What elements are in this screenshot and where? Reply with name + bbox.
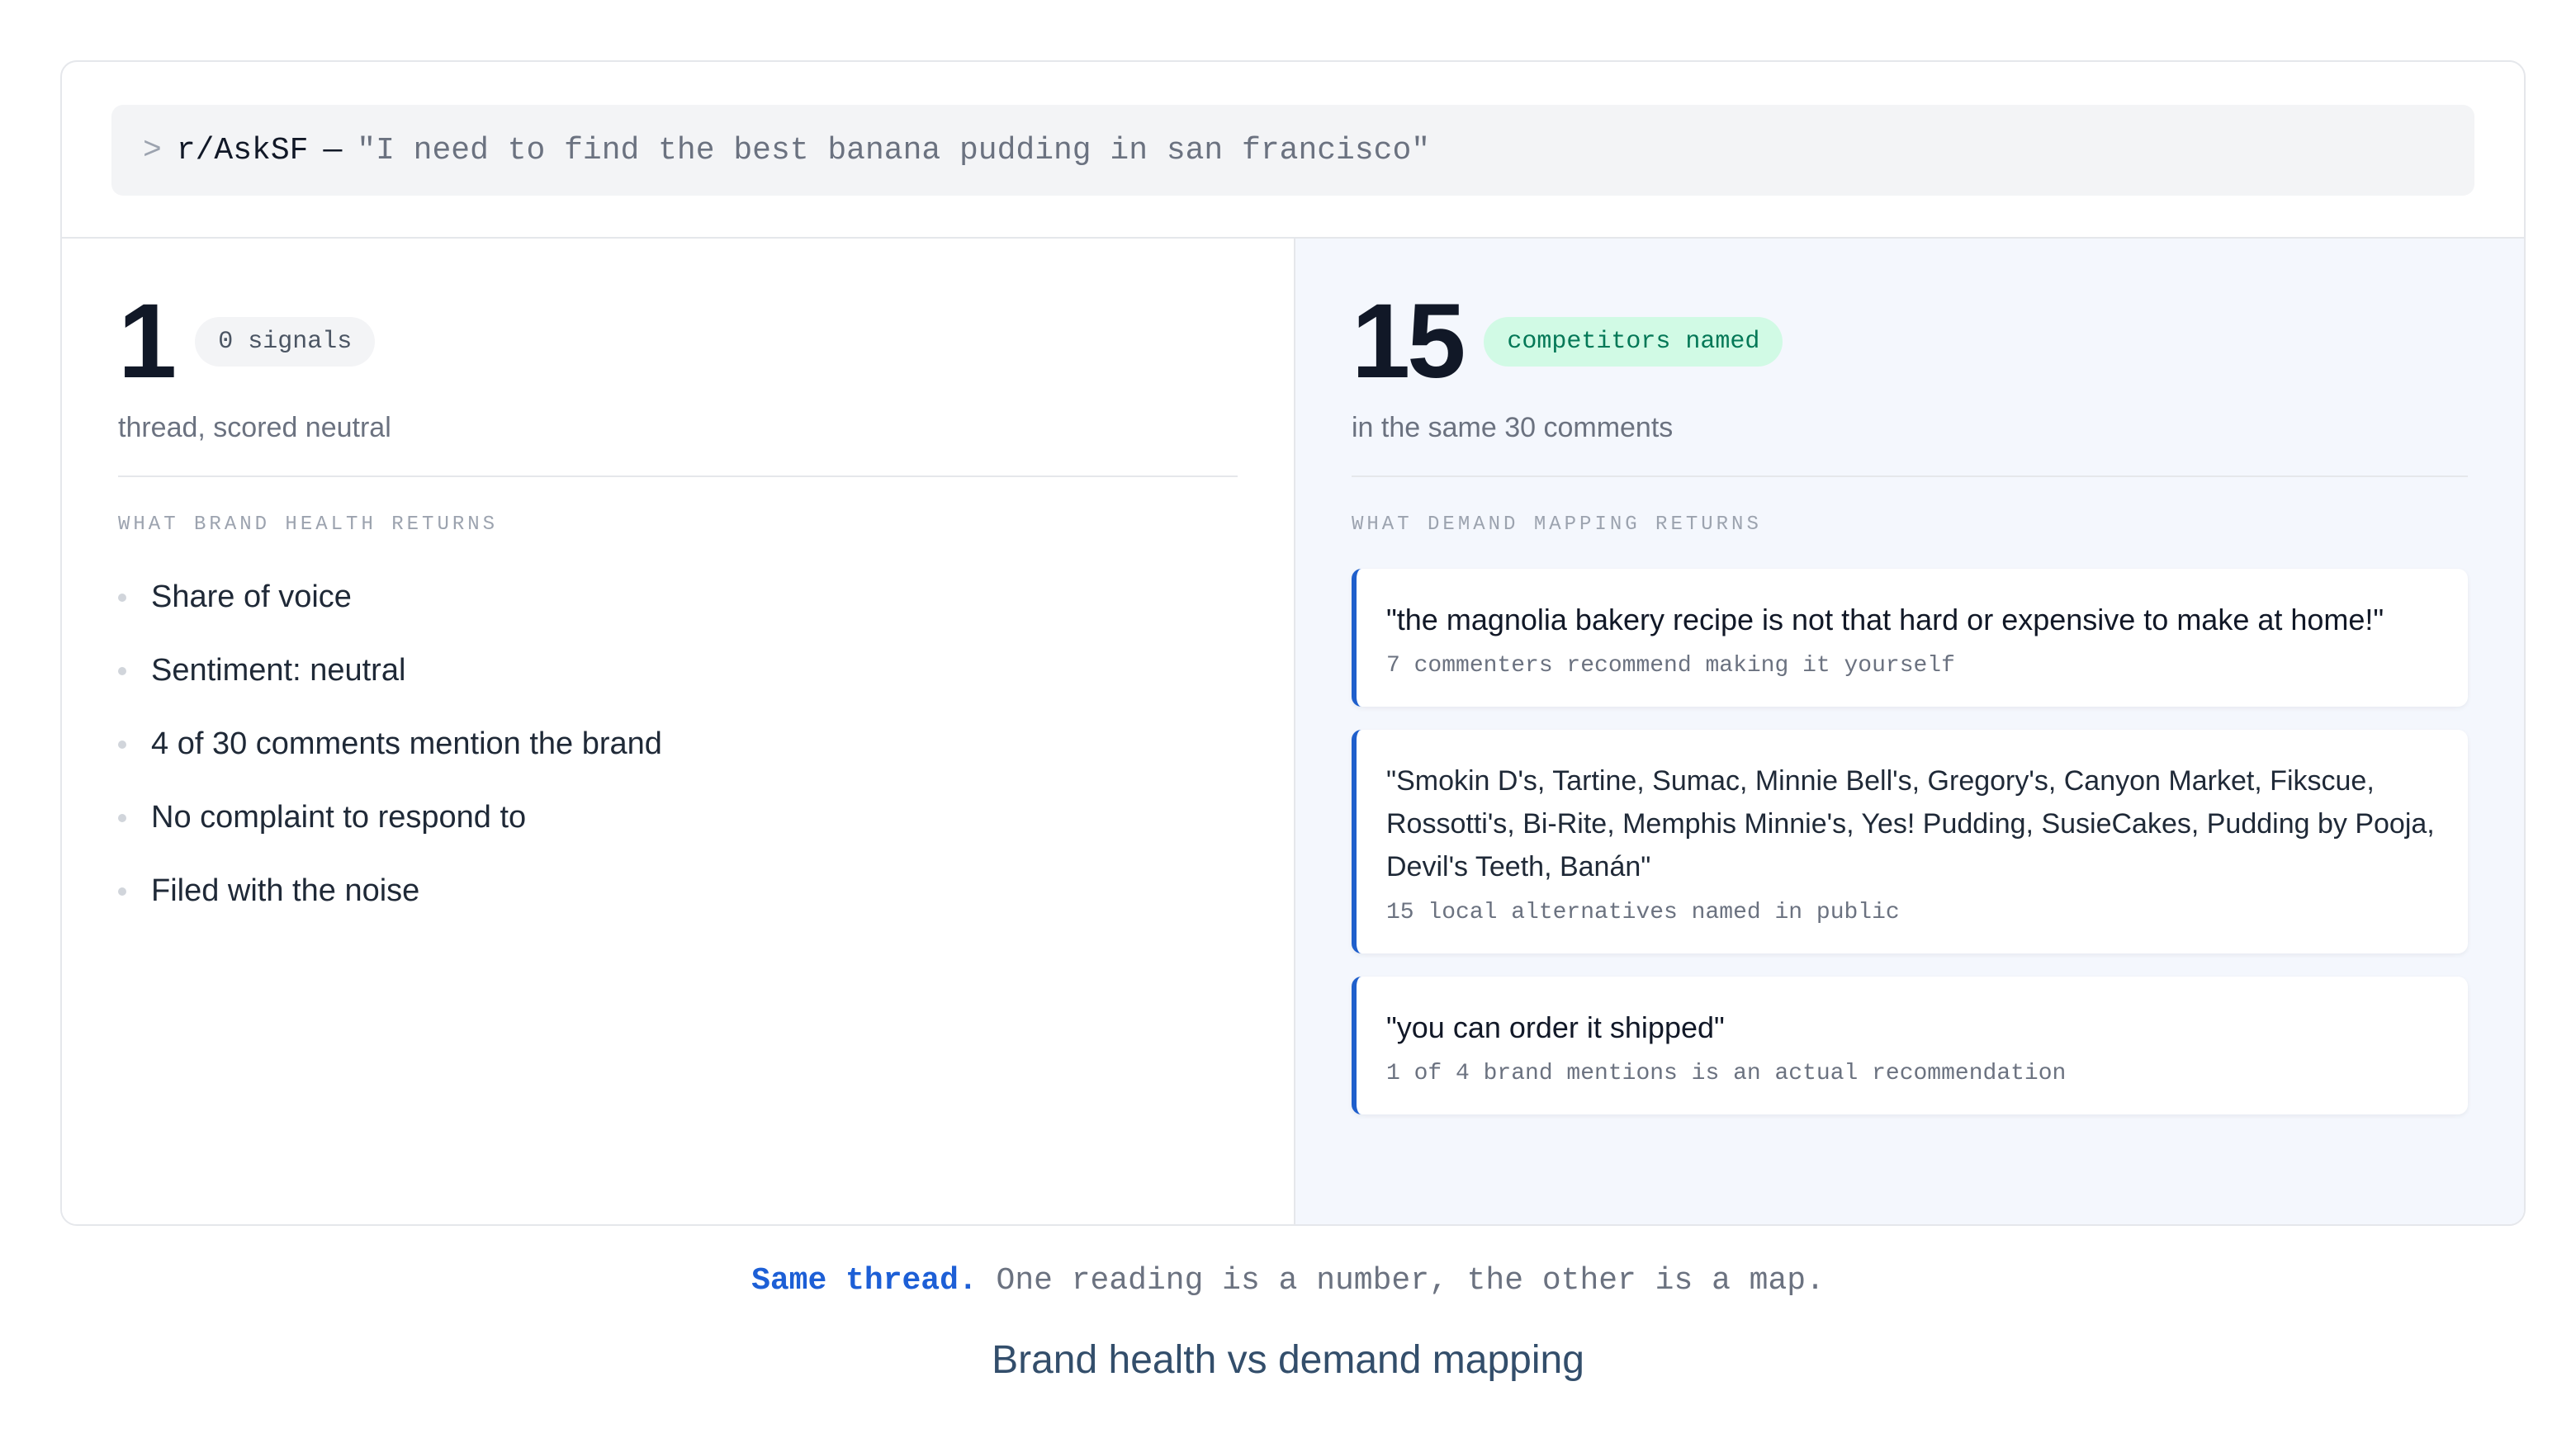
demand-mapping-subtitle: in the same 30 comments bbox=[1352, 412, 1674, 443]
caption-accent: Same thread. bbox=[751, 1263, 978, 1299]
quote-card: "Smokin D's, Tartine, Sumac, Minnie Bell… bbox=[1352, 730, 2468, 953]
list-item: No complaint to respond to bbox=[118, 781, 1238, 854]
bullet-icon bbox=[118, 666, 126, 675]
signals-badge: 0 signals bbox=[195, 317, 376, 367]
divider bbox=[1352, 475, 2468, 477]
comparison-card: > r/AskSF — "I need to find the best ban… bbox=[60, 60, 2526, 1226]
bullet-icon bbox=[118, 813, 126, 822]
thread-count: 1 bbox=[118, 282, 177, 400]
bullet-icon bbox=[118, 740, 126, 749]
caption-rest: One reading is a number, the other is a … bbox=[977, 1263, 1825, 1299]
quote-text: "the magnolia bakery recipe is not that … bbox=[1386, 603, 2384, 636]
demand-mapping-panel: 15 competitors named in the same 30 comm… bbox=[1295, 239, 2524, 1224]
list-item: Share of voice bbox=[118, 561, 1238, 634]
competitors-badge: competitors named bbox=[1484, 317, 1783, 367]
quote-card: "the magnolia bakery recipe is not that … bbox=[1352, 569, 2468, 707]
bullet-icon bbox=[118, 593, 126, 602]
quote-meta: 15 local alternatives named in public bbox=[1386, 900, 1900, 925]
divider bbox=[118, 475, 1238, 477]
quote-meta: 1 of 4 brand mentions is an actual recom… bbox=[1386, 1061, 2067, 1086]
quote-card: "you can order it shipped" 1 of 4 brand … bbox=[1352, 977, 2468, 1114]
quote-text: "Smokin D's, Tartine, Sumac, Minnie Bell… bbox=[1386, 765, 2435, 882]
brand-health-panel: 1 0 signals thread, scored neutral WHAT … bbox=[62, 239, 1295, 1224]
list-item-text: Sentiment: neutral bbox=[151, 653, 406, 688]
list-item: Filed with the noise bbox=[118, 854, 1238, 928]
demand-mapping-headline: 15 competitors named bbox=[1352, 288, 2468, 395]
subreddit-name: r/AskSF bbox=[176, 132, 309, 168]
quote-card-list: "the magnolia bakery recipe is not that … bbox=[1352, 569, 2468, 1114]
list-item-text: No complaint to respond to bbox=[151, 800, 527, 835]
list-item: 4 of 30 comments mention the brand bbox=[118, 707, 1238, 781]
brand-health-subtitle: thread, scored neutral bbox=[118, 412, 391, 443]
prompt-caret: > bbox=[143, 132, 162, 168]
brand-health-list: Share of voice Sentiment: neutral 4 of 3… bbox=[118, 561, 1238, 928]
query-bar: > r/AskSF — "I need to find the best ban… bbox=[111, 105, 2474, 196]
prompt-header: > r/AskSF — "I need to find the best ban… bbox=[62, 62, 2524, 239]
thread-query: "I need to find the best banana pudding … bbox=[357, 132, 1431, 168]
list-item-text: 4 of 30 comments mention the brand bbox=[151, 726, 662, 761]
list-item-text: Share of voice bbox=[151, 580, 352, 614]
demand-mapping-section-label: WHAT DEMAND MAPPING RETURNS bbox=[1352, 513, 1762, 536]
brand-health-section-label: WHAT BRAND HEALTH RETURNS bbox=[118, 513, 499, 536]
bullet-icon bbox=[118, 887, 126, 896]
caption: Same thread. One reading is a number, th… bbox=[0, 1263, 2576, 1299]
prompt-dash: — bbox=[323, 132, 343, 168]
comparison-columns: 1 0 signals thread, scored neutral WHAT … bbox=[62, 239, 2524, 1224]
quote-meta: 7 commenters recommend making it yoursel… bbox=[1386, 653, 1955, 679]
competitor-count: 15 bbox=[1352, 282, 1466, 400]
list-item-text: Filed with the noise bbox=[151, 873, 420, 908]
footer-title: Brand health vs demand mapping bbox=[992, 1338, 1584, 1382]
brand-health-headline: 1 0 signals bbox=[118, 288, 1238, 395]
list-item: Sentiment: neutral bbox=[118, 634, 1238, 707]
quote-text: "you can order it shipped" bbox=[1386, 1010, 1725, 1044]
